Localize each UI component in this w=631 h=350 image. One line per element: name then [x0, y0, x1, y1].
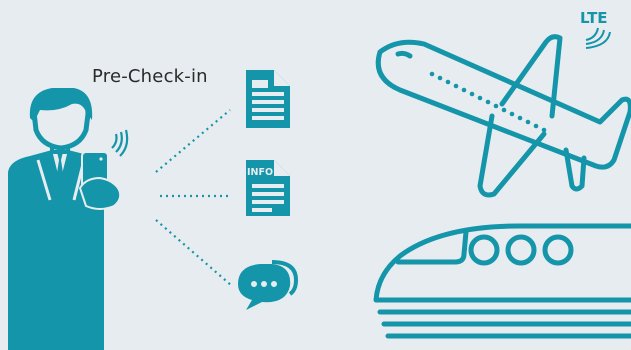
- lte-signal-icon: [585, 27, 611, 49]
- chat-bubble-icon: [238, 260, 299, 310]
- pre-check-in-caption: Pre-Check-in: [92, 66, 208, 87]
- lte-badge: LTE: [580, 9, 608, 27]
- travel-connectivity-illustration: INFO Pre-Check-in LTE: [0, 0, 631, 350]
- info-document-icon: INFO: [246, 160, 290, 216]
- connector-lines: [155, 109, 233, 287]
- airplane-icon: [375, 34, 631, 198]
- document-icon: [246, 70, 290, 128]
- connector-line-chat: [155, 219, 233, 287]
- connector-line-document: [155, 109, 231, 173]
- person-with-phone-icon: [8, 88, 129, 350]
- high-speed-train-icon: [373, 223, 631, 339]
- illustration-canvas: INFO: [8, 27, 631, 350]
- info-document-label: INFO: [247, 167, 273, 178]
